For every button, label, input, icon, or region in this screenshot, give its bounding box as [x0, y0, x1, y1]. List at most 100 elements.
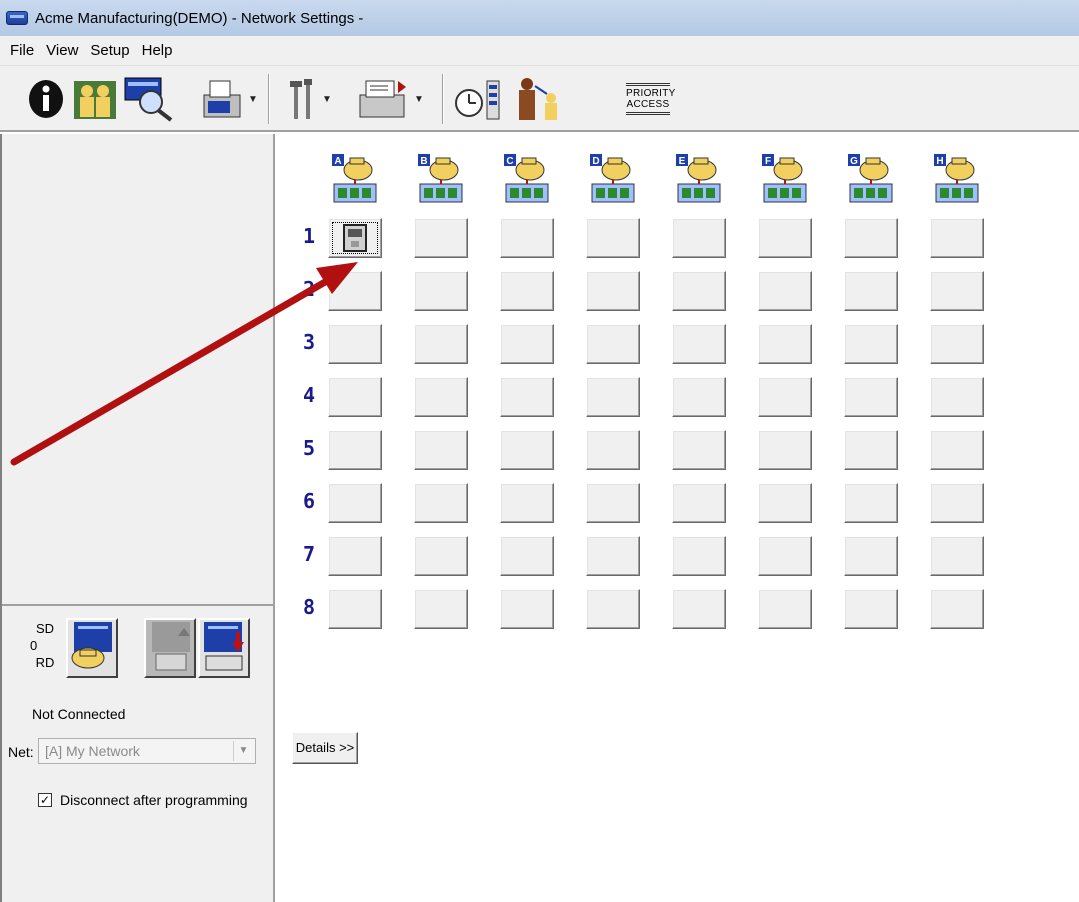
column-header-d[interactable]: D: [588, 152, 638, 204]
column-header-a[interactable]: A: [330, 152, 380, 204]
node-cell-c7[interactable]: [500, 536, 554, 576]
node-cell-d8[interactable]: [586, 589, 640, 629]
node-cell-e4[interactable]: [672, 377, 726, 417]
node-cell-f6[interactable]: [758, 483, 812, 523]
network-grid: Details >> A B C D E F G H 1 2 3 4 5 6 7 8: [278, 134, 1079, 902]
column-header-c[interactable]: C: [502, 152, 552, 204]
column-header-b[interactable]: B: [416, 152, 466, 204]
left-panel: SD 0 RD Not Connected Net: [A] My Networ…: [0, 134, 275, 902]
node-cell-h3[interactable]: [930, 324, 984, 364]
node-cell-e8[interactable]: [672, 589, 726, 629]
tools-icon[interactable]: ▼: [284, 76, 336, 122]
node-cell-a6[interactable]: [328, 483, 382, 523]
menu-view[interactable]: View: [40, 42, 84, 59]
svg-text:B: B: [420, 156, 427, 167]
node-cell-g7[interactable]: [844, 536, 898, 576]
fax-printer-icon[interactable]: ▼: [200, 76, 258, 122]
node-cell-e5[interactable]: [672, 430, 726, 470]
node-cell-d6[interactable]: [586, 483, 640, 523]
chevron-down-icon[interactable]: ▼: [322, 94, 332, 105]
node-cell-g5[interactable]: [844, 430, 898, 470]
node-cell-a7[interactable]: [328, 536, 382, 576]
priority-access-button[interactable]: PRIORITY ACCESS: [622, 76, 675, 122]
node-cell-h2[interactable]: [930, 271, 984, 311]
print-icon[interactable]: ▼: [346, 76, 436, 122]
node-cell-g6[interactable]: [844, 483, 898, 523]
node-cell-a1[interactable]: [328, 218, 382, 258]
node-cell-f7[interactable]: [758, 536, 812, 576]
node-cell-c5[interactable]: [500, 430, 554, 470]
node-cell-b1[interactable]: [414, 218, 468, 258]
node-cell-h6[interactable]: [930, 483, 984, 523]
node-cell-e1[interactable]: [672, 218, 726, 258]
node-cell-d5[interactable]: [586, 430, 640, 470]
node-cell-e2[interactable]: [672, 271, 726, 311]
connection-pane: SD 0 RD Not Connected Net: [A] My Networ…: [2, 610, 275, 902]
node-cell-a4[interactable]: [328, 377, 382, 417]
node-cell-e3[interactable]: [672, 324, 726, 364]
node-cell-a2[interactable]: [328, 271, 382, 311]
disconnect-checkbox[interactable]: ✓: [38, 793, 52, 807]
chevron-down-icon[interactable]: ▼: [248, 94, 258, 105]
node-cell-b6[interactable]: [414, 483, 468, 523]
node-cell-b2[interactable]: [414, 271, 468, 311]
users-icon[interactable]: [72, 76, 118, 122]
node-cell-d2[interactable]: [586, 271, 640, 311]
node-cell-c1[interactable]: [500, 218, 554, 258]
node-cell-b4[interactable]: [414, 377, 468, 417]
node-cell-b7[interactable]: [414, 536, 468, 576]
connect-button[interactable]: [66, 618, 118, 678]
node-cell-h4[interactable]: [930, 377, 984, 417]
node-cell-g8[interactable]: [844, 589, 898, 629]
node-cell-f4[interactable]: [758, 377, 812, 417]
node-cell-d3[interactable]: [586, 324, 640, 364]
node-cell-e6[interactable]: [672, 483, 726, 523]
node-cell-c4[interactable]: [500, 377, 554, 417]
upload-button[interactable]: [144, 618, 196, 678]
node-cell-g1[interactable]: [844, 218, 898, 258]
node-cell-e7[interactable]: [672, 536, 726, 576]
column-header-g[interactable]: G: [846, 152, 896, 204]
node-cell-d7[interactable]: [586, 536, 640, 576]
node-cell-h8[interactable]: [930, 589, 984, 629]
node-cell-c6[interactable]: [500, 483, 554, 523]
node-cell-g3[interactable]: [844, 324, 898, 364]
node-cell-a8[interactable]: [328, 589, 382, 629]
menu-file[interactable]: File: [4, 42, 40, 59]
node-cell-d1[interactable]: [586, 218, 640, 258]
chevron-down-icon[interactable]: ▼: [414, 94, 424, 105]
node-cell-h7[interactable]: [930, 536, 984, 576]
column-header-e[interactable]: E: [674, 152, 724, 204]
network-select[interactable]: [A] My Network ▼: [38, 738, 256, 764]
node-cell-a3[interactable]: [328, 324, 382, 364]
menu-help[interactable]: Help: [136, 42, 179, 59]
node-cell-g4[interactable]: [844, 377, 898, 417]
person-transfer-icon[interactable]: [512, 76, 564, 122]
node-cell-h5[interactable]: [930, 430, 984, 470]
node-cell-a5[interactable]: [328, 430, 382, 470]
chevron-down-icon[interactable]: ▼: [233, 741, 253, 761]
node-cell-c2[interactable]: [500, 271, 554, 311]
node-cell-c8[interactable]: [500, 589, 554, 629]
download-button[interactable]: [198, 618, 250, 678]
node-cell-d4[interactable]: [586, 377, 640, 417]
node-cell-b5[interactable]: [414, 430, 468, 470]
info-icon[interactable]: [26, 76, 66, 122]
node-cell-f3[interactable]: [758, 324, 812, 364]
node-cell-f8[interactable]: [758, 589, 812, 629]
node-cell-f1[interactable]: [758, 218, 812, 258]
column-header-h[interactable]: H: [932, 152, 982, 204]
disconnect-option[interactable]: ✓ Disconnect after programming: [38, 792, 248, 808]
node-cell-b8[interactable]: [414, 589, 468, 629]
node-cell-f2[interactable]: [758, 271, 812, 311]
menu-setup[interactable]: Setup: [84, 42, 135, 59]
clock-schedule-icon[interactable]: [452, 76, 504, 122]
node-cell-b3[interactable]: [414, 324, 468, 364]
details-button[interactable]: Details >>: [292, 732, 358, 764]
column-header-f[interactable]: F: [760, 152, 810, 204]
node-cell-c3[interactable]: [500, 324, 554, 364]
node-cell-g2[interactable]: [844, 271, 898, 311]
node-cell-h1[interactable]: [930, 218, 984, 258]
node-cell-f5[interactable]: [758, 430, 812, 470]
monitor-search-icon[interactable]: [122, 76, 178, 122]
